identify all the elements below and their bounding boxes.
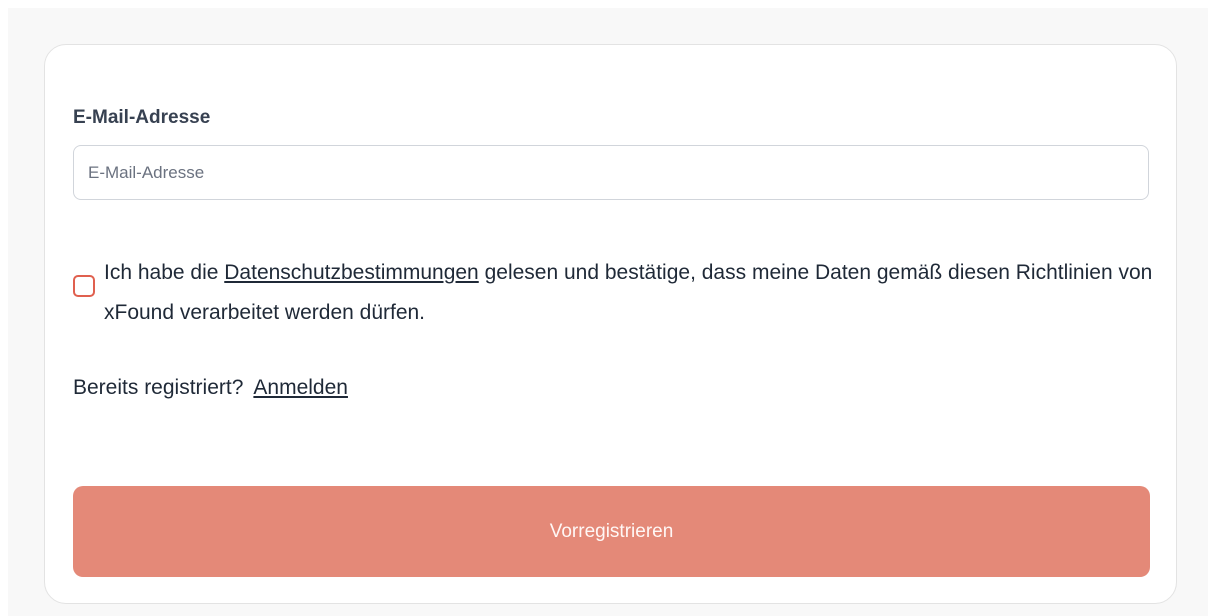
registration-card: E-Mail-Adresse Ich habe die Datenschutzb… bbox=[44, 44, 1177, 604]
consent-checkbox[interactable] bbox=[73, 275, 95, 297]
consent-text: Ich habe die Datenschutzbestimmungen gel… bbox=[104, 253, 1154, 333]
email-input[interactable] bbox=[73, 145, 1149, 200]
already-registered-text: Bereits registriert? bbox=[73, 376, 244, 399]
login-link[interactable]: Anmelden bbox=[253, 376, 348, 399]
consent-text-before: Ich habe die bbox=[104, 261, 225, 284]
preregister-button[interactable]: Vorregistrieren bbox=[73, 486, 1150, 577]
privacy-policy-link[interactable]: Datenschutzbestimmungen bbox=[224, 261, 478, 284]
login-row: Bereits registriert? Anmelden bbox=[73, 376, 348, 400]
email-label: E-Mail-Adresse bbox=[73, 107, 211, 128]
